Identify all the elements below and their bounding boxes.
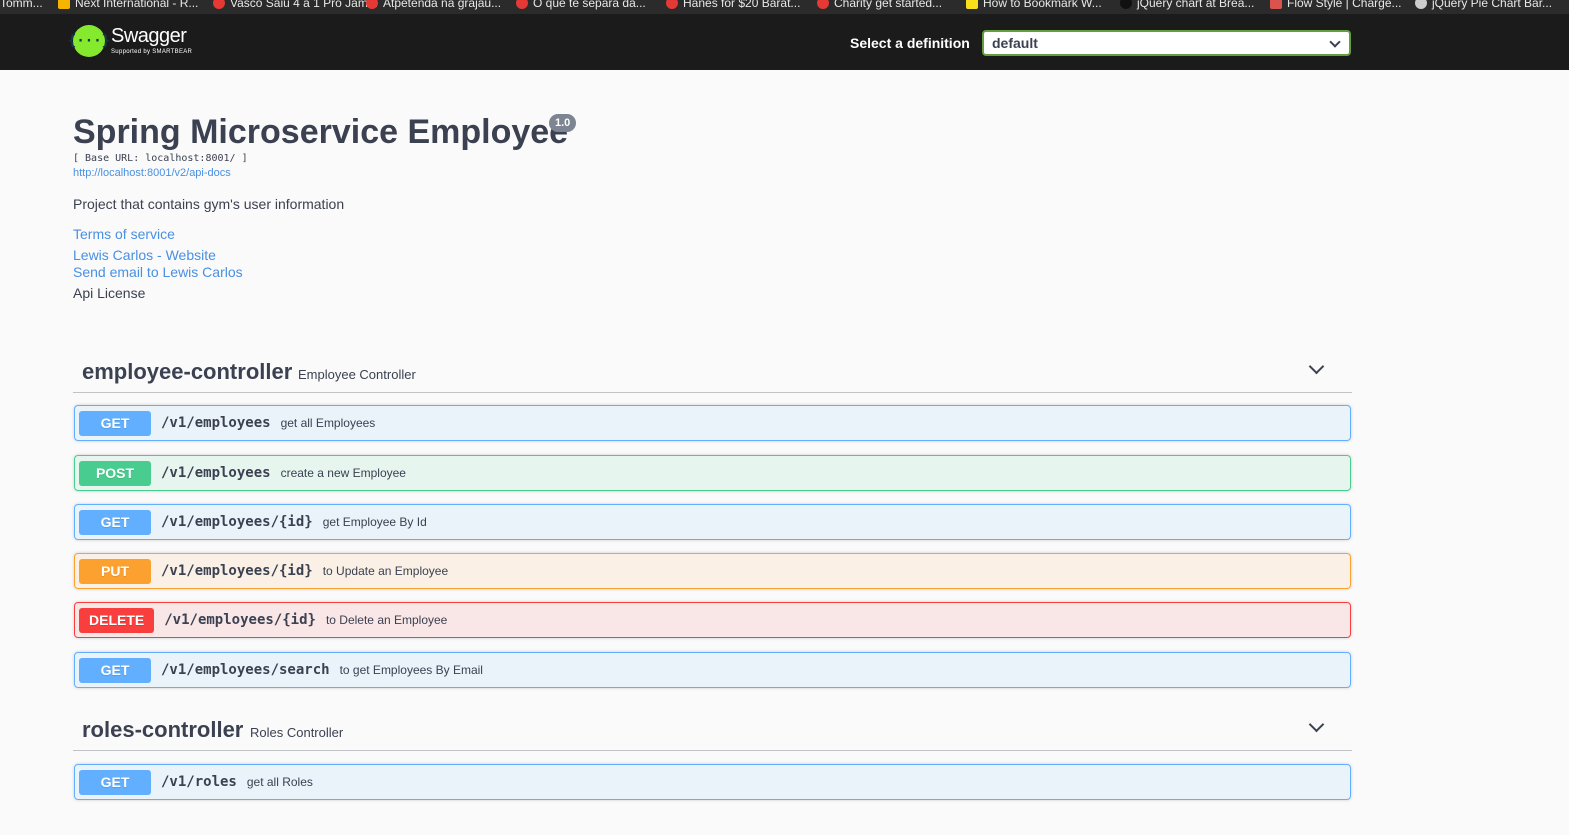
youtube-icon (213, 0, 225, 9)
youtube-icon (516, 0, 528, 9)
api-info: Spring Microservice Employee 1.0 [ Base … (73, 113, 1353, 301)
topbar: {···} Swagger Supported by SMARTBEAR Sel… (0, 14, 1569, 70)
chevron-down-icon (1329, 36, 1341, 48)
method-badge: DELETE (79, 607, 155, 633)
bookmark-item[interactable]: Next International - R... (58, 0, 198, 10)
operation-path: /v1/employees/{id} (161, 514, 313, 530)
operation-path: /v1/employees/search (161, 662, 330, 678)
operation-put-employee[interactable]: PUT /v1/employees/{id} to Update an Empl… (74, 553, 1351, 589)
operation-path: /v1/roles (161, 774, 237, 790)
operation-search-employees[interactable]: GET /v1/employees/search to get Employee… (74, 652, 1351, 688)
shield-icon (1270, 0, 1282, 9)
bookmark-icon (1415, 0, 1427, 9)
swagger-logo[interactable]: {···} Swagger Supported by SMARTBEAR (68, 25, 193, 57)
operation-get-roles[interactable]: GET /v1/roles get all Roles (74, 764, 1351, 800)
bookmark-item[interactable]: Tomm... (0, 0, 43, 10)
operation-summary: to get Employees By Email (339, 663, 483, 677)
operation-path: /v1/employees/{id} (164, 612, 316, 628)
operation-summary: to Delete an Employee (325, 613, 448, 627)
bookmark-item[interactable]: Vasco Saiu 4 a 1 Pro Jam... (213, 0, 378, 10)
youtube-icon (817, 0, 829, 9)
api-description: Project that contains gym's user informa… (73, 196, 345, 212)
method-badge: GET (79, 657, 151, 683)
method-badge: PUT (79, 558, 151, 584)
chevron-down-icon[interactable] (1308, 358, 1325, 375)
operation-path: /v1/employees (161, 415, 271, 431)
operation-summary: get all Employees (280, 416, 376, 430)
logo-name: Swagger (111, 25, 187, 47)
bookmark-item[interactable]: Hanes for $20 Barat... (666, 0, 800, 10)
operation-summary: to Update an Employee (322, 564, 449, 578)
operation-path: /v1/employees/{id} (161, 563, 313, 579)
api-docs-link[interactable]: http://localhost:8001/v2/api-docs (73, 167, 1353, 179)
base-url: [ Base URL: localhost:8001/ ] (73, 153, 248, 164)
tag-description: Roles Controller (250, 725, 344, 740)
youtube-icon (366, 0, 378, 9)
github-icon (1120, 0, 1132, 9)
tag-header-roles-controller[interactable]: roles-controller Roles Controller (73, 707, 1352, 751)
operation-post-employees[interactable]: POST /v1/employees create a new Employee (74, 455, 1351, 491)
operation-summary: get all Roles (246, 775, 313, 789)
logo-subtitle: Supported by SMARTBEAR (111, 49, 193, 55)
roles-controller-section: roles-controller Roles Controller (73, 707, 1352, 751)
chevron-down-icon[interactable] (1308, 716, 1325, 733)
definition-value: default (992, 35, 1038, 51)
bookmark-item[interactable]: jQuery Pie Chart Bar... (1415, 0, 1552, 10)
method-badge: GET (79, 410, 151, 436)
tag-header-employee-controller[interactable]: employee-controller Employee Controller (73, 349, 1352, 393)
method-badge: GET (79, 769, 151, 795)
definition-select[interactable]: default (982, 30, 1351, 56)
operation-get-employee-by-id[interactable]: GET /v1/employees/{id} get Employee By I… (74, 504, 1351, 540)
bookmark-icon (58, 0, 70, 9)
bookmark-item[interactable]: How to Bookmark W... (966, 0, 1102, 10)
method-badge: POST (79, 460, 151, 486)
contact-website-link[interactable]: Lewis Carlos - Website (73, 247, 1353, 263)
bookmark-item[interactable]: Charity get started... (817, 0, 942, 10)
contact-email-link[interactable]: Send email to Lewis Carlos (73, 264, 1353, 280)
license-text: Api License (73, 285, 146, 301)
operation-delete-employee[interactable]: DELETE /v1/employees/{id} to Delete an E… (74, 602, 1351, 638)
employee-controller-section: employee-controller Employee Controller (73, 349, 1352, 393)
tag-name: roles-controller (82, 717, 244, 742)
bookmark-item[interactable]: Atpetenda na grajaú... (366, 0, 501, 10)
operation-summary: create a new Employee (280, 466, 406, 480)
js-icon (966, 0, 978, 9)
tag-description: Employee Controller (298, 367, 416, 382)
version-badge: 1.0 (549, 114, 577, 132)
terms-of-service-link[interactable]: Terms of service (73, 226, 1353, 242)
operation-path: /v1/employees (161, 465, 271, 481)
definition-label: Select a definition (850, 35, 970, 51)
bookmarks-bar: Tomm... Next International - R... Vasco … (0, 0, 1569, 14)
bookmark-item[interactable]: jQuery chart at Brea... (1120, 0, 1254, 10)
swagger-logo-icon: {···} (68, 25, 110, 57)
bookmark-item[interactable]: O que te separa da... (516, 0, 646, 10)
tag-name: employee-controller (82, 359, 293, 384)
youtube-icon (666, 0, 678, 9)
operation-summary: get Employee By Id (322, 515, 427, 529)
page-title: Spring Microservice Employee (73, 113, 569, 151)
bookmark-item[interactable]: Flow Style | Charge... (1270, 0, 1402, 10)
operation-get-employees[interactable]: GET /v1/employees get all Employees (74, 405, 1351, 441)
method-badge: GET (79, 509, 151, 535)
